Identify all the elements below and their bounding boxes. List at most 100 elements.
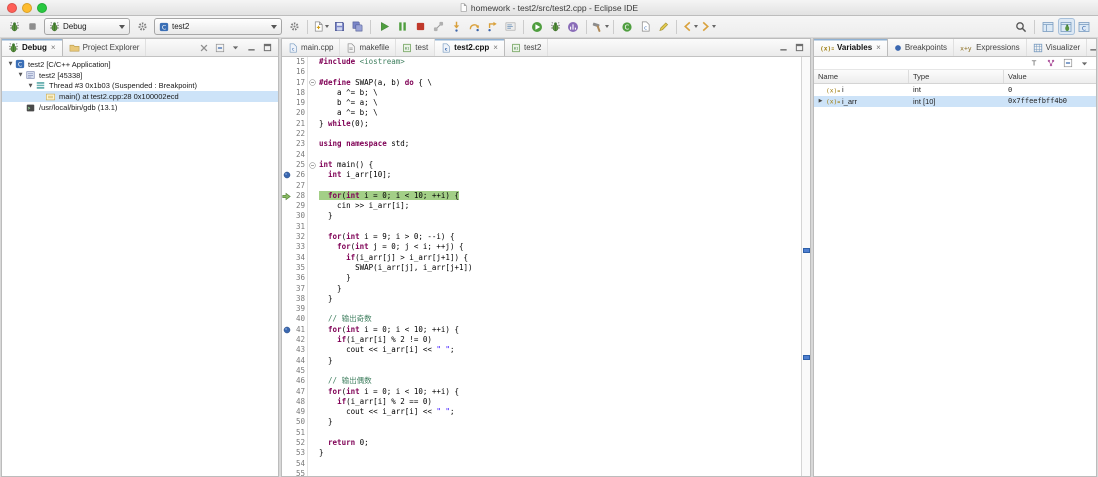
breakpoint-gutter[interactable]: [282, 57, 291, 67]
variables-view-tab-visualizer[interactable]: Visualizer: [1027, 39, 1088, 56]
breakpoint-gutter[interactable]: [282, 253, 291, 263]
editor-tab-test2[interactable]: 01test2: [505, 39, 548, 56]
new-class-button[interactable]: C: [619, 18, 636, 35]
breakpoint-gutter[interactable]: [282, 211, 291, 221]
twistie-icon[interactable]: ▼: [26, 83, 35, 89]
collapse-all-button[interactable]: [213, 41, 226, 54]
twistie-icon[interactable]: ▼: [6, 61, 15, 67]
minimize-button[interactable]: [777, 41, 790, 54]
breakpoint-gutter[interactable]: [282, 417, 291, 427]
variables-view-tab-breakpoints[interactable]: Breakpoints: [888, 39, 954, 56]
breakpoint-gutter[interactable]: [282, 335, 291, 345]
terminate-button[interactable]: [412, 18, 429, 35]
debug-tree-item[interactable]: /usr/local/bin/gdb (13.1): [2, 102, 278, 113]
debug-tree-item[interactable]: main() at test2.cpp:28 0x100002ecd: [2, 91, 278, 102]
launch-debug-button[interactable]: [6, 18, 23, 35]
back-button[interactable]: [682, 18, 699, 35]
close-tab-icon[interactable]: ×: [493, 43, 498, 52]
breakpoint-gutter[interactable]: [282, 139, 291, 149]
breakpoint-icon[interactable]: [282, 325, 291, 335]
show-type-names-button[interactable]: T: [1027, 57, 1040, 70]
column-header-value[interactable]: Value: [1004, 70, 1096, 83]
minimize-button[interactable]: [245, 41, 258, 54]
breakpoint-gutter[interactable]: [282, 181, 291, 191]
breakpoint-gutter[interactable]: [282, 459, 291, 469]
breakpoint-gutter[interactable]: [282, 108, 291, 118]
breakpoint-gutter[interactable]: [282, 232, 291, 242]
overview-ruler[interactable]: [801, 57, 810, 476]
code-editor[interactable]: 15#include <iostream>1617#define SWAP(a,…: [282, 57, 810, 476]
fold-toggle-icon[interactable]: [307, 160, 316, 170]
debug-perspective-button[interactable]: [1058, 18, 1075, 35]
column-header-name[interactable]: Name: [814, 70, 909, 83]
debug-view-tab-project-explorer[interactable]: Project Explorer: [63, 39, 147, 56]
disconnect-button[interactable]: [430, 18, 447, 35]
new-wizard-button[interactable]: [313, 18, 330, 35]
view-menu-button[interactable]: [229, 41, 242, 54]
breakpoint-gutter[interactable]: [282, 129, 291, 139]
new-source-file-button[interactable]: c: [637, 18, 654, 35]
column-header-type[interactable]: Type: [909, 70, 1004, 83]
breakpoint-gutter[interactable]: [282, 284, 291, 294]
debug-tree-item[interactable]: ▼Ctest2 [C/C++ Application]: [2, 59, 278, 70]
breakpoint-gutter[interactable]: [282, 273, 291, 283]
expander-icon[interactable]: ▶: [817, 98, 824, 104]
breakpoint-gutter[interactable]: [282, 469, 291, 476]
close-window-button[interactable]: [7, 3, 17, 13]
close-tab-icon[interactable]: ×: [876, 43, 881, 52]
breakpoint-gutter[interactable]: [282, 397, 291, 407]
breakpoint-gutter[interactable]: [282, 242, 291, 252]
breakpoint-gutter[interactable]: [282, 119, 291, 129]
breakpoint-gutter[interactable]: [282, 294, 291, 304]
launch-config-settings-button[interactable]: [286, 18, 303, 35]
editor-tab-test2-cpp[interactable]: ctest2.cpp×: [435, 39, 505, 56]
overview-marker[interactable]: [803, 355, 810, 360]
maximize-button[interactable]: [793, 41, 806, 54]
step-return-button[interactable]: [484, 18, 501, 35]
code-content[interactable]: 15#include <iostream>1617#define SWAP(a,…: [282, 57, 801, 476]
breakpoint-gutter[interactable]: [282, 201, 291, 211]
debug-view-tab-debug[interactable]: Debug×: [2, 39, 63, 56]
close-tab-icon[interactable]: ×: [51, 43, 56, 52]
collapse-all-button[interactable]: [1061, 57, 1074, 70]
breakpoint-gutter[interactable]: [282, 345, 291, 355]
instruction-stepping-button[interactable]: [502, 18, 519, 35]
breakpoint-gutter[interactable]: [282, 150, 291, 160]
save-button[interactable]: [331, 18, 348, 35]
breakpoint-gutter[interactable]: [282, 314, 291, 324]
run-button[interactable]: [529, 18, 546, 35]
breakpoint-gutter[interactable]: [282, 356, 291, 366]
breakpoint-gutter[interactable]: [282, 98, 291, 108]
launch-config-combo[interactable]: Ctest2: [154, 18, 282, 35]
search-button[interactable]: [1013, 18, 1030, 35]
build-button[interactable]: [592, 18, 609, 35]
profile-button[interactable]: [565, 18, 582, 35]
breakpoint-gutter[interactable]: [282, 263, 291, 273]
breakpoint-gutter[interactable]: [282, 304, 291, 314]
editor-tab-makefile[interactable]: makefile: [340, 39, 396, 56]
breakpoint-gutter[interactable]: [282, 222, 291, 232]
view-menu-button[interactable]: [1078, 57, 1091, 70]
debug-tree-item[interactable]: ▼Thread #3 0x1b03 (Suspended : Breakpoin…: [2, 81, 278, 92]
breakpoint-gutter[interactable]: [282, 88, 291, 98]
debug-button[interactable]: [547, 18, 564, 35]
launch-mode-combo[interactable]: Debug: [44, 18, 130, 35]
maximize-button[interactable]: [261, 41, 274, 54]
editor-tab-test[interactable]: 01test: [396, 39, 435, 56]
breakpoint-gutter[interactable]: [282, 78, 291, 88]
breakpoint-gutter[interactable]: [282, 160, 291, 170]
toggle-mark-occurrences-button[interactable]: [655, 18, 672, 35]
minimize-button[interactable]: [1087, 41, 1097, 54]
breakpoint-icon[interactable]: [282, 170, 291, 180]
remove-all-terminated-button[interactable]: [197, 41, 210, 54]
breakpoint-gutter[interactable]: [282, 387, 291, 397]
forward-button[interactable]: [700, 18, 717, 35]
stop-launch-button[interactable]: [24, 18, 41, 35]
step-over-button[interactable]: [466, 18, 483, 35]
variables-view-tab-expressions[interactable]: x+yExpressions: [954, 39, 1027, 56]
breakpoint-gutter[interactable]: [282, 428, 291, 438]
variable-row[interactable]: ▶(x)=i_arrint [10]0x7ffeefbff4b0: [814, 96, 1096, 108]
variables-view-tab-variables[interactable]: (x)=Variables×: [814, 39, 888, 56]
fold-toggle-icon[interactable]: [307, 78, 316, 88]
suspend-button[interactable]: [394, 18, 411, 35]
